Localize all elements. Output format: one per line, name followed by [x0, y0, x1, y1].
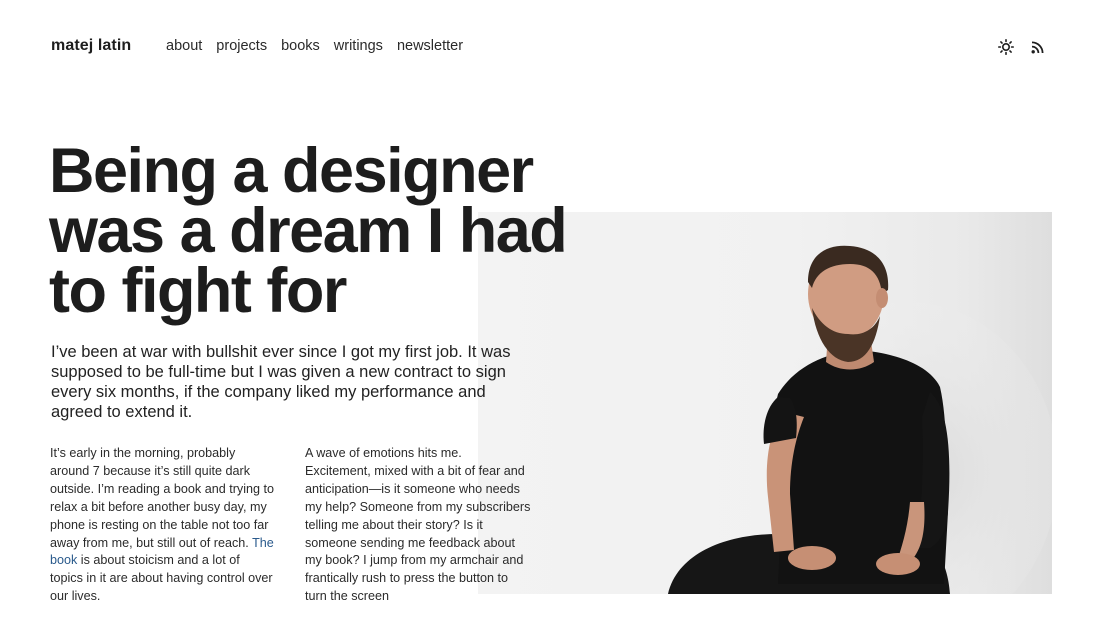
body-column-2: A wave of emotions hits me. Excitement, … [305, 446, 531, 604]
title-line: was a dream I had [49, 196, 568, 266]
title-line: to fight for [49, 256, 347, 326]
rss-feed-button[interactable] [1026, 36, 1048, 58]
nav-about[interactable]: about [166, 38, 202, 54]
sun-icon [998, 39, 1014, 55]
title-line: Being a designer [49, 136, 534, 206]
lead-paragraph: I’ve been at war with bullshit ever sinc… [51, 343, 511, 421]
page-title: Being a designer was a dream I had to fi… [49, 136, 589, 326]
nav-writings[interactable]: writings [334, 38, 383, 54]
body-text: is about stoicism and a lot of topics in… [50, 553, 273, 604]
nav-books[interactable]: books [281, 38, 320, 54]
site-logo[interactable]: matej latin [51, 37, 131, 55]
nav-newsletter[interactable]: newsletter [397, 38, 463, 54]
body-column-1: It’s early in the morning, probably arou… [50, 445, 276, 606]
main-nav: about projects books writings newsletter [166, 38, 463, 54]
body-text: It’s early in the morning, probably arou… [50, 446, 275, 550]
nav-projects[interactable]: projects [216, 38, 267, 54]
rss-icon [1031, 41, 1043, 53]
theme-toggle-button[interactable] [995, 36, 1017, 58]
